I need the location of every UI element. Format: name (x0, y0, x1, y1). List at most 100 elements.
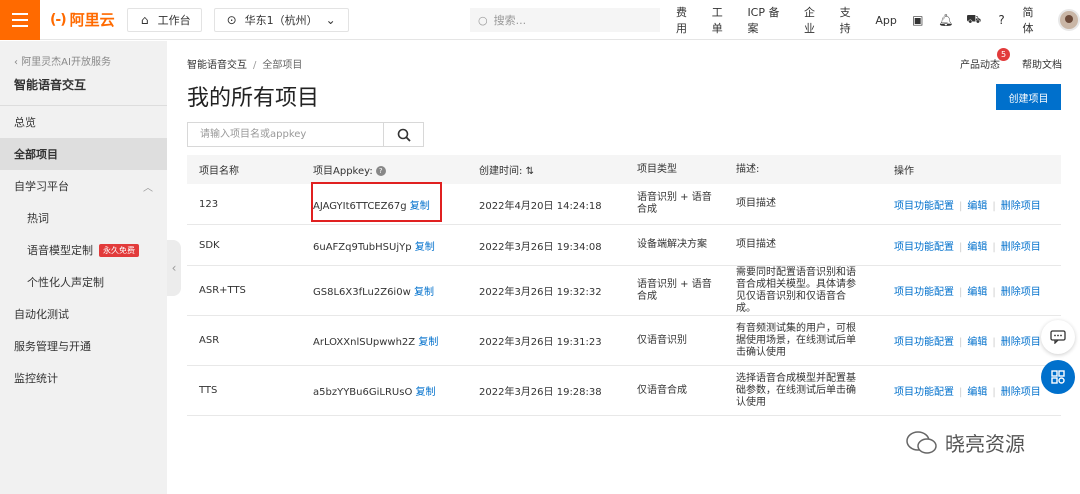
bell-icon[interactable]: 🔔︎ (938, 13, 953, 27)
delete-link[interactable]: 删除项目 (1001, 337, 1041, 348)
help-docs-link[interactable]: 帮助文档 (1022, 56, 1062, 71)
nav-link-app[interactable]: App (875, 14, 897, 27)
copy-link[interactable]: 复制 (414, 287, 434, 298)
copy-link[interactable]: 复制 (418, 337, 438, 348)
header-time[interactable]: 创建时间: ⇅ (479, 162, 534, 177)
help-icon[interactable]: ? (375, 166, 386, 176)
region-selector[interactable]: ⊙ 华东1（杭州） ⌄ (213, 7, 349, 32)
edit-link[interactable]: 编辑 (967, 337, 987, 348)
sidebar-item-auto-test[interactable]: 自动化测试 (0, 298, 167, 330)
sidebar-item-monitoring[interactable]: 监控统计 (0, 362, 167, 394)
apps-float-button[interactable] (1041, 360, 1075, 394)
created-time: 2022年3月26日 19:32:32 (479, 287, 602, 298)
created-time: 2022年3月26日 19:31:23 (479, 337, 602, 348)
avatar[interactable] (1058, 9, 1080, 31)
logo-text: 阿里云 (69, 11, 115, 29)
header-time-label: 创建时间: (479, 166, 523, 177)
help-icon[interactable]: ? (995, 13, 1009, 27)
copy-link[interactable]: 复制 (410, 201, 430, 212)
copy-link[interactable]: 复制 (415, 242, 435, 253)
sidebar-item-label: 全部项目 (14, 148, 58, 161)
appkey-value: GS8L6X3fLu2Z6i0w (313, 287, 411, 298)
appkey-value: a5bzYYBu6GiLRUsO (313, 387, 413, 398)
appkey-cell: GS8L6X3fLu2Z6i0w 复制 (313, 283, 434, 298)
nav-link-billing[interactable]: 费用 (676, 4, 698, 36)
project-name: SDK (199, 239, 220, 251)
projects-table: 项目名称 项目Appkey:? 创建时间: ⇅ 项目类型 描述: 操作 123 A… (187, 155, 1061, 416)
workbench-label: 工作台 (157, 13, 191, 27)
table-header: 项目名称 项目Appkey:? 创建时间: ⇅ 项目类型 描述: 操作 (187, 155, 1061, 184)
chevron-down-icon: ⌄ (325, 12, 336, 27)
header-type: 项目类型 (637, 163, 677, 175)
breadcrumb-link[interactable]: 智能语音交互 (187, 60, 247, 71)
project-desc: 项目描述 (736, 239, 776, 250)
sidebar-back-link[interactable]: ‹ 阿里灵杰AI开放服务 (0, 41, 167, 68)
created-time: 2022年3月26日 19:28:38 (479, 387, 602, 398)
sidebar-item-overview[interactable]: 总览 (0, 106, 167, 138)
header-appkey: 项目Appkey:? (313, 162, 386, 177)
global-search-input[interactable]: ○ 搜索... (470, 8, 660, 32)
hamburger-menu-button[interactable] (0, 0, 40, 40)
aliyun-logo[interactable]: (-) 阿里云 (50, 9, 115, 30)
sidebar-item-all-projects[interactable]: 全部项目 (0, 138, 167, 170)
config-link[interactable]: 项目功能配置 (894, 242, 954, 253)
nav-link-enterprise[interactable]: 企业 (804, 4, 826, 36)
table-row: ASR+TTS GS8L6X3fLu2Z6i0w 复制 2022年3月26日 19:… (187, 266, 1061, 316)
created-time: 2022年4月20日 14:24:18 (479, 200, 602, 212)
sidebar-item-self-learning[interactable]: 自学习平台 ︿ (0, 170, 167, 202)
sidebar-item-label: 热词 (27, 212, 49, 225)
config-link[interactable]: 项目功能配置 (894, 337, 954, 348)
table-row: 123 AJAGYIt6TTCEZ67g 复制 2022年4月20日 14:24:1… (187, 184, 1061, 225)
project-name: ASR+TTS (199, 285, 246, 296)
create-project-button[interactable]: 创建项目 (996, 84, 1061, 110)
sidebar-item-voice-custom[interactable]: 个性化人声定制 (0, 266, 167, 298)
edit-link[interactable]: 编辑 (967, 242, 987, 253)
copy-link[interactable]: 复制 (416, 387, 436, 398)
sidebar-back-label: 阿里灵杰AI开放服务 (21, 57, 111, 68)
sidebar-item-hotwords[interactable]: 热词 (0, 202, 167, 234)
edit-link[interactable]: 编辑 (967, 387, 987, 398)
language-switch[interactable]: 简体 (1023, 4, 1045, 36)
header-appkey-label: 项目Appkey: (313, 166, 373, 177)
project-type: 仅语音合成 (637, 384, 687, 396)
config-link[interactable]: 项目功能配置 (894, 387, 954, 398)
table-row: ASR ArLOXXnlSUpwwh2Z 复制 2022年3月26日 19:31:2… (187, 316, 1061, 366)
nav-link-icp[interactable]: ICP 备案 (747, 4, 790, 36)
project-desc: 需要同时配置语音识别和语音合成相关模型。具体请参见仅语音识别和仅语音合成。 (736, 266, 856, 314)
delete-link[interactable]: 删除项目 (1001, 287, 1041, 298)
logo-mark: (-) (50, 11, 67, 28)
wechat-icon (906, 430, 937, 454)
page-title: 我的所有项目 (187, 86, 320, 111)
terminal-icon[interactable]: ▣ (911, 13, 925, 27)
home-icon: ⌂ (140, 12, 149, 27)
sidebar-collapse-button[interactable]: ‹ (167, 240, 181, 296)
breadcrumb-current: 全部项目 (262, 60, 303, 71)
sidebar-item-service-mgmt[interactable]: 服务管理与开通 (0, 330, 167, 362)
project-type: 语音识别 + 语音合成 (637, 192, 712, 215)
config-link[interactable]: 项目功能配置 (894, 287, 954, 298)
sidebar-item-label: 个性化人声定制 (27, 276, 104, 289)
sidebar-item-model-custom[interactable]: 语音模型定制 永久免费 (0, 234, 167, 266)
project-desc: 项目描述 (736, 198, 776, 209)
chat-icon (1050, 330, 1066, 344)
chat-float-button[interactable] (1041, 320, 1075, 354)
table-row: TTS a5bzYYBu6GiLRUsO 复制 2022年3月26日 19:28:3… (187, 366, 1061, 416)
search-icon (397, 128, 411, 142)
edit-link[interactable]: 编辑 (967, 287, 987, 298)
nav-link-ticket[interactable]: 工单 (712, 4, 734, 36)
appkey-value: 6uAFZq9TubHSUjYp (313, 241, 412, 253)
project-name: TTS (199, 385, 218, 396)
delete-link[interactable]: 删除项目 (1001, 387, 1041, 398)
region-label: 华东1（杭州） (244, 13, 318, 27)
sidebar-item-label: 监控统计 (14, 372, 58, 385)
config-link[interactable]: 项目功能配置 (894, 201, 954, 212)
edit-link[interactable]: 编辑 (967, 201, 987, 212)
product-news-link[interactable]: 产品动态 (960, 56, 1000, 71)
project-search-button[interactable] (383, 123, 423, 146)
nav-link-support[interactable]: 支持 (840, 4, 862, 36)
project-search-input[interactable] (188, 123, 384, 146)
workbench-button[interactable]: ⌂ 工作台 (126, 7, 202, 32)
delete-link[interactable]: 删除项目 (1001, 201, 1041, 212)
cart-icon[interactable]: ⛟ (966, 12, 981, 27)
delete-link[interactable]: 删除项目 (1001, 242, 1041, 253)
